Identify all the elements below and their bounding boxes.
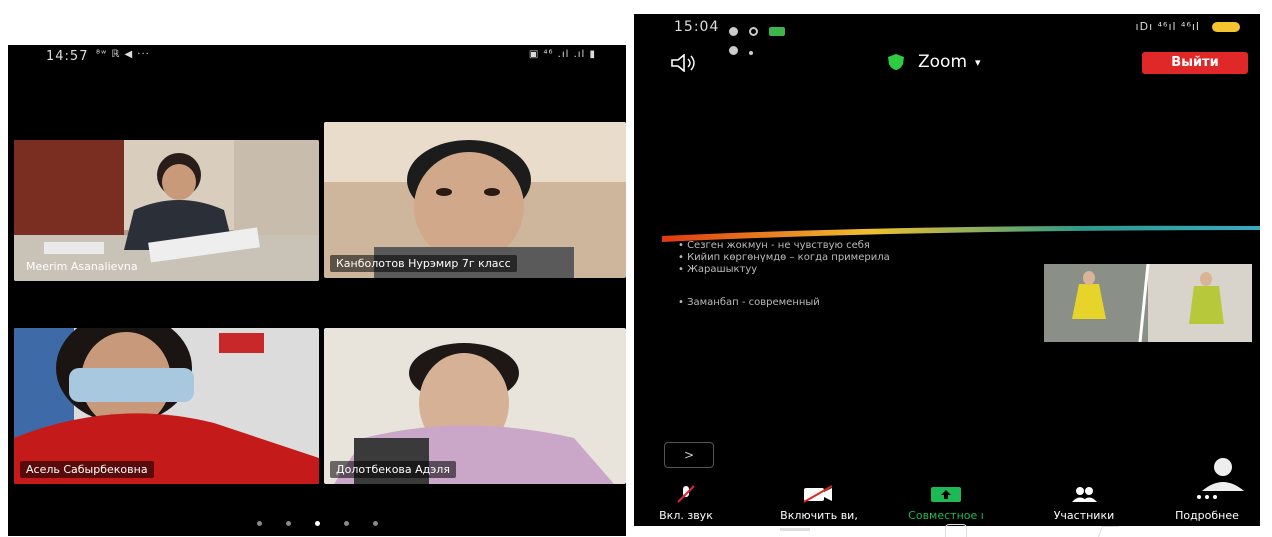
shared-screen: • Сезген жокмун - не чувствую себя • Кий…	[662, 224, 1260, 354]
participant-name: Канболотов Нурэмир 7г класс	[330, 255, 517, 272]
battery-icon	[1212, 22, 1240, 32]
toolbar-label: Включить ви,	[780, 509, 858, 522]
nav-home-icon[interactable]	[945, 524, 967, 537]
shield-icon	[888, 54, 904, 70]
nav-recents-icon[interactable]	[780, 528, 810, 531]
status-signal-icons: ▣ ⁴⁶ .ıl .ıl ▮	[528, 49, 596, 60]
meeting-title[interactable]: Zoom ▾	[886, 52, 981, 72]
more-icon	[1197, 495, 1217, 499]
page-dot[interactable]	[256, 521, 262, 526]
speaker-icon[interactable]	[670, 53, 700, 73]
chevron-down-icon: ▾	[975, 55, 981, 69]
left-phone-screen: 14:57 ⁸ʷ ℝ ◀ ··· ▣ ⁴⁶ .ıl .ıl ▮ Meerim A…	[8, 45, 626, 536]
toolbar-label: Вкл. звук	[659, 509, 713, 522]
more-button[interactable]: Подробнее	[1162, 485, 1252, 522]
start-video-button[interactable]: Включить ви,	[764, 485, 874, 522]
share-button[interactable]: Совместное ı	[890, 485, 1002, 522]
share-screen-icon	[931, 487, 961, 502]
video-tile[interactable]: Долотбекова Адэля	[324, 328, 626, 484]
slide-photo	[1044, 264, 1252, 342]
video-off-icon	[803, 485, 833, 503]
toolbar-label: Совместное ı	[908, 509, 984, 522]
slide-bullet: • Заманбап - современный	[678, 297, 820, 308]
page-dot[interactable]	[372, 521, 378, 526]
toolbar-label: Участники	[1053, 509, 1115, 522]
leave-button[interactable]: Выйти	[1142, 52, 1248, 74]
participant-name: Асель Сабырбековна	[20, 461, 154, 478]
page-dot[interactable]	[343, 521, 349, 526]
status-time: 15:04	[674, 19, 720, 35]
unmute-button[interactable]: Вкл. звук	[656, 485, 716, 522]
status-signal-icons: ıDı ⁴⁶ıl ⁴⁶ıl	[1135, 20, 1200, 33]
participant-name: Meerim Asanalievna	[26, 260, 138, 273]
slide-bullet: • Кийип көргөнүмдө – когда примерила	[678, 252, 890, 263]
app-title: Zoom	[918, 52, 968, 72]
page-dot-active[interactable]	[314, 521, 320, 526]
video-tile[interactable]: Канболотов Нурэмир 7г класс	[324, 122, 626, 278]
page-dot[interactable]	[285, 521, 291, 526]
expand-arrow-button[interactable]: >	[664, 442, 714, 468]
participant-name: Долотбекова Адэля	[330, 461, 456, 478]
video-tile[interactable]: Meerim Asanalievna	[14, 140, 319, 281]
nav-back-icon[interactable]	[1097, 526, 1120, 537]
status-time: 14:57	[46, 49, 89, 64]
status-notification-icons	[729, 21, 809, 55]
page-indicator[interactable]	[8, 511, 626, 530]
video-tile[interactable]: Асель Сабырбековна	[14, 328, 319, 484]
toolbar-label: Подробнее	[1175, 509, 1239, 522]
participants-icon	[1072, 487, 1097, 502]
status-notification-icons: ⁸ʷ ℝ ◀ ···	[96, 49, 150, 60]
participants-button[interactable]: Участники	[1034, 485, 1134, 522]
muted-mic-icon	[677, 485, 695, 503]
slide-bullet: • Жарашыктуу	[678, 264, 758, 275]
right-phone-screen: 15:04 ıDı ⁴⁶ıl ⁴⁶ıl Zoom ▾ Выйти • Сезге…	[634, 14, 1260, 526]
slide-bullet: • Сезген жокмун - не чувствую себя	[678, 240, 870, 251]
